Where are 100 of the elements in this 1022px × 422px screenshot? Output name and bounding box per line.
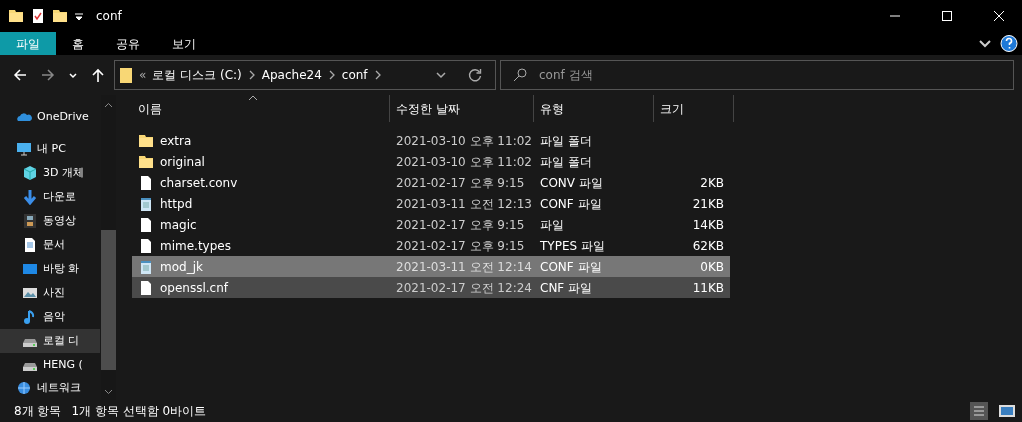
- column-header[interactable]: 이름: [132, 95, 390, 122]
- sidebar-item[interactable]: 네트워크: [0, 381, 100, 395]
- breadcrumb[interactable]: Apache24: [261, 66, 322, 84]
- file-name: magic: [160, 216, 197, 234]
- large-icons-view-icon[interactable]: [998, 402, 1016, 420]
- scroll-thumb[interactable]: [101, 230, 116, 370]
- file-row[interactable]: openssl.cnf 2021-02-17 오전 12:24 CNF 파일 11KB: [132, 277, 730, 298]
- folder-icon: [138, 153, 154, 170]
- sidebar-item[interactable]: 문서: [0, 233, 100, 257]
- computer-icon: [16, 141, 32, 157]
- download-icon: [22, 189, 38, 205]
- column-header[interactable]: 크기: [654, 95, 734, 122]
- up-icon[interactable]: [90, 67, 106, 83]
- search-field[interactable]: conf 검색: [537, 62, 1013, 88]
- type-cell-text: CNF 파일: [539, 279, 594, 297]
- file-name: mime.types: [160, 237, 231, 255]
- back-icon[interactable]: [12, 67, 28, 83]
- file-icon: [138, 174, 154, 191]
- sidebar-item[interactable]: 동영상: [0, 209, 100, 233]
- search-box[interactable]: conf 검색: [500, 60, 1014, 90]
- file-row[interactable]: mime.types 2021-02-17 오후 9:15 TYPES 파일 62KB: [132, 235, 730, 256]
- size-cell-text: 0KB: [699, 258, 724, 276]
- file-row[interactable]: charset.conv 2021-02-17 오후 9:15 CONV 파일 2KB: [132, 172, 730, 193]
- file-row[interactable]: httpd 2021-03-11 오전 12:13 CONF 파일 21KB: [132, 193, 730, 214]
- notepad-icon: [138, 258, 154, 275]
- refresh-icon[interactable]: [467, 67, 483, 83]
- globe-icon: [16, 381, 32, 395]
- file-name: charset.conv: [160, 174, 238, 192]
- file-row[interactable]: extra 2021-03-10 오후 11:02 파일 폴더: [132, 130, 730, 151]
- ribbon-tab[interactable]: 홈: [56, 32, 100, 55]
- sidebar-item[interactable]: 3D 개체: [0, 161, 100, 185]
- type-cell-text: 파일 폴더: [539, 153, 593, 171]
- date-cell-text: 2021-02-17 오전 12:24: [395, 279, 533, 297]
- sidebar-item[interactable]: 바탕 화: [0, 257, 100, 281]
- sidebar-item[interactable]: 내 PC: [0, 137, 100, 161]
- film-icon: [22, 213, 38, 229]
- sidebar-item[interactable]: 사진: [0, 281, 100, 305]
- ribbon-tab[interactable]: 보기: [156, 32, 212, 55]
- size-cell-text: 2KB: [699, 174, 724, 192]
- notepad-icon: [138, 195, 154, 212]
- item-count: 8개 항목: [14, 403, 62, 420]
- chevron-icon[interactable]: [327, 69, 336, 81]
- maximize-icon[interactable]: [939, 8, 955, 24]
- size-cell-text: 14KB: [691, 216, 724, 234]
- file-icon: [138, 279, 154, 296]
- ribbon-tab[interactable]: 공유: [100, 32, 156, 55]
- type-cell-text: 파일: [539, 216, 565, 234]
- file-name: mod_jk: [160, 258, 203, 276]
- search-icon: [513, 68, 527, 82]
- file-name: httpd: [160, 195, 193, 213]
- sidebar-item[interactable]: 로컬 디: [0, 329, 100, 353]
- forward-icon[interactable]: [40, 67, 56, 83]
- sidebar-item[interactable]: 다운로: [0, 185, 100, 209]
- picture-icon: [22, 285, 38, 301]
- help-icon[interactable]: [1000, 32, 1018, 55]
- size-cell-text: 21KB: [691, 195, 724, 213]
- file-row[interactable]: original 2021-03-10 오후 11:02 파일 폴더: [132, 151, 730, 172]
- date-cell-text: 2021-03-10 오후 11:02: [395, 153, 533, 171]
- address-bar[interactable]: « 로컬 디스크 (C:) Apache24 conf: [114, 60, 496, 90]
- details-view-icon[interactable]: [970, 402, 988, 420]
- document-icon: [22, 237, 38, 253]
- breadcrumb[interactable]: conf: [341, 66, 368, 84]
- properties-icon[interactable]: [30, 8, 46, 24]
- type-cell-text: TYPES 파일: [539, 237, 606, 255]
- file-row[interactable]: mod_jk 2021-03-11 오전 12:14 CONF 파일 0KB: [132, 256, 730, 277]
- column-header[interactable]: 수정한 날짜: [390, 95, 534, 122]
- type-cell-text: CONF 파일: [539, 195, 603, 213]
- new-folder-icon[interactable]: [52, 8, 68, 24]
- type-cell-text: CONV 파일: [539, 174, 604, 192]
- date-cell-text: 2021-03-11 오전 12:14: [395, 258, 533, 276]
- type-cell-text: CONF 파일: [539, 258, 603, 276]
- file-row[interactable]: magic 2021-02-17 오후 9:15 파일 14KB: [132, 214, 730, 235]
- folder-icon[interactable]: [8, 8, 24, 24]
- window-title: conf: [96, 8, 122, 25]
- breadcrumb[interactable]: 로컬 디스크 (C:): [152, 66, 242, 84]
- column-header[interactable]: 유형: [534, 95, 654, 122]
- sidebar-item[interactable]: OneDrive: [0, 105, 100, 129]
- date-cell-text: 2021-02-17 오후 9:15: [395, 237, 526, 255]
- date-cell-text: 2021-02-17 오후 9:15: [395, 216, 526, 234]
- date-cell-text: 2021-03-11 오전 12:13: [395, 195, 533, 213]
- file-name: extra: [160, 132, 192, 150]
- file-icon: [138, 216, 154, 233]
- monitor-icon: [22, 261, 38, 277]
- file-icon: [138, 237, 154, 254]
- selection-info: 1개 항목 선택함 0바이트: [71, 403, 207, 420]
- dropdown-icon[interactable]: [435, 69, 447, 81]
- overflow-chevron[interactable]: «: [139, 66, 147, 84]
- size-cell-text: 62KB: [691, 237, 724, 255]
- sidebar-item[interactable]: HENG (: [0, 353, 100, 377]
- cube-icon: [22, 165, 38, 181]
- chevron-icon[interactable]: [373, 69, 382, 81]
- close-icon[interactable]: [991, 8, 1007, 24]
- size-cell-text: 11KB: [691, 279, 724, 297]
- date-cell-text: 2021-02-17 오후 9:15: [395, 174, 526, 192]
- type-cell-text: 파일 폴더: [539, 132, 593, 150]
- sidebar-item[interactable]: 음악: [0, 305, 100, 329]
- file-name: original: [160, 153, 205, 171]
- chevron-icon[interactable]: [247, 69, 256, 81]
- file-name: openssl.cnf: [160, 279, 229, 297]
- date-cell-text: 2021-03-10 오후 11:02: [395, 132, 533, 150]
